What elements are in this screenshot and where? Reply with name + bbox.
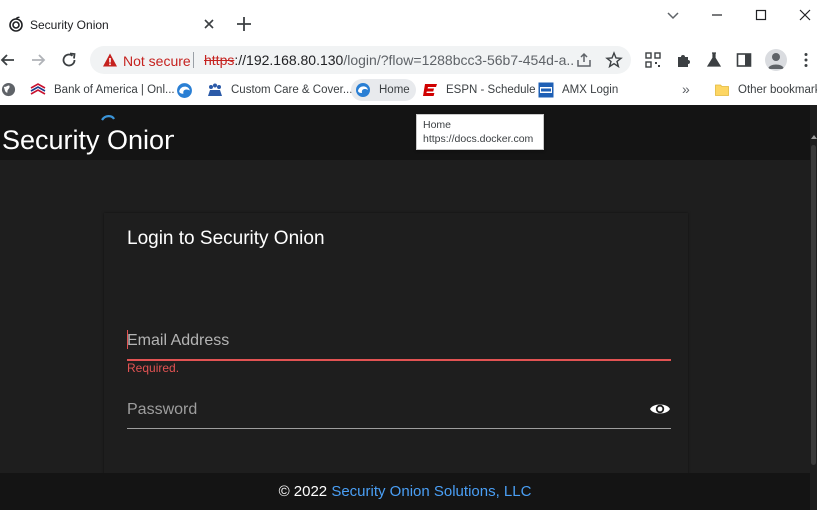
espn-icon bbox=[423, 84, 437, 96]
person-icon bbox=[768, 53, 784, 69]
forward-arrow-icon[interactable] bbox=[28, 50, 48, 70]
address-separator bbox=[193, 52, 194, 68]
bank-of-america-icon bbox=[30, 83, 46, 95]
extensions-puzzle-icon[interactable] bbox=[675, 51, 693, 69]
login-title: Login to Security Onion bbox=[127, 228, 325, 249]
footer-company-link[interactable]: Security Onion Solutions, LLC bbox=[331, 483, 531, 500]
bookmark-label: Home bbox=[379, 84, 410, 96]
bookmark-star-icon[interactable] bbox=[605, 51, 623, 69]
bookmarks-bar: Bank of America | Onl... Custom Care & C… bbox=[0, 75, 817, 105]
globe-icon[interactable] bbox=[1, 82, 16, 97]
bookmark-label: Custom Care & Cover... bbox=[231, 84, 353, 96]
password-input[interactable] bbox=[127, 391, 627, 428]
tab-title: Security Onion bbox=[30, 18, 109, 32]
labs-flask-icon[interactable] bbox=[705, 51, 723, 69]
bookmark-espn-schedule[interactable]: ESPN - Schedule bbox=[422, 79, 536, 101]
share-icon[interactable] bbox=[575, 51, 593, 69]
password-field[interactable] bbox=[127, 391, 671, 429]
login-card: Login to Security Onion Required. bbox=[104, 213, 688, 483]
close-tab-icon[interactable] bbox=[200, 15, 218, 33]
back-arrow-icon[interactable] bbox=[0, 50, 18, 70]
bookmark-tooltip: Home https://docs.docker.com bbox=[416, 114, 544, 150]
bookmark-other-bookmarks[interactable]: Other bookmarks bbox=[714, 79, 817, 101]
not-secure-label[interactable]: Not secure bbox=[123, 53, 191, 69]
footer-copyright: © 2022 bbox=[278, 483, 332, 500]
browser-tab-strip: Security Onion bbox=[0, 0, 817, 45]
url-path: /login/?flow=1288bcc3-56b7-454d-a... bbox=[343, 52, 574, 68]
bookmark-label: Bank of America | Onl... bbox=[54, 84, 175, 96]
minimize-window-icon[interactable] bbox=[708, 6, 726, 24]
bookmark-label: Other bookmarks bbox=[738, 84, 817, 96]
scroll-up-arrow-icon[interactable] bbox=[811, 135, 817, 139]
page-footer: © 2022 Security Onion Solutions, LLC bbox=[0, 473, 810, 510]
app-header: Security Onion bbox=[0, 105, 810, 160]
url-scheme: https bbox=[204, 52, 235, 68]
custom-care-icon bbox=[208, 83, 222, 96]
onion-sprout-icon bbox=[101, 115, 115, 121]
email-input[interactable] bbox=[127, 323, 627, 359]
tooltip-title: Home bbox=[423, 119, 452, 131]
warning-triangle-icon[interactable] bbox=[102, 52, 118, 68]
reload-icon[interactable] bbox=[59, 50, 79, 70]
email-error-message: Required. bbox=[127, 361, 180, 375]
tooltip-url: https://docs.docker.com bbox=[423, 133, 534, 145]
new-tab-icon[interactable] bbox=[235, 15, 253, 33]
more-bookmarks-chevron[interactable]: » bbox=[682, 81, 690, 97]
profile-avatar[interactable] bbox=[765, 49, 787, 71]
bookmark-label: ESPN - Schedule bbox=[446, 84, 536, 96]
security-onion-logo[interactable]: Security Onion bbox=[2, 112, 174, 156]
bookmark-bank-of-america[interactable]: Bank of America | Onl... bbox=[30, 79, 175, 101]
bookmark-label: AMX Login bbox=[562, 84, 619, 96]
url-text[interactable]: https://192.168.80.130/login/?flow=1288b… bbox=[204, 52, 574, 68]
url-host: ://192.168.80.130 bbox=[234, 52, 344, 68]
edge-browser-icon[interactable] bbox=[176, 82, 193, 99]
scrollbar-thumb[interactable] bbox=[811, 145, 816, 465]
bookmark-home[interactable]: Home bbox=[351, 79, 416, 101]
bookmark-amx-login[interactable]: AMX Login bbox=[538, 79, 618, 101]
security-onion-favicon-icon bbox=[9, 16, 23, 32]
maximize-window-icon[interactable] bbox=[752, 6, 770, 24]
logo-wordmark: Security Onion bbox=[2, 125, 174, 155]
browser-tab-security-onion[interactable]: Security Onion bbox=[0, 7, 226, 45]
bookmark-custom-care[interactable]: Custom Care & Cover... bbox=[207, 79, 352, 101]
browser-menu-icon[interactable] bbox=[797, 51, 815, 69]
email-field[interactable] bbox=[127, 323, 671, 361]
address-bar[interactable]: Not secure https://192.168.80.130/login/… bbox=[90, 46, 631, 74]
show-password-eye-icon[interactable] bbox=[649, 401, 671, 417]
tab-search-chevron-icon[interactable] bbox=[664, 6, 682, 24]
page-scrollbar[interactable] bbox=[810, 105, 817, 510]
docker-home-icon bbox=[356, 83, 370, 97]
qr-code-icon[interactable] bbox=[644, 51, 662, 69]
close-window-icon[interactable] bbox=[796, 6, 814, 24]
page-content: Security Onion Login to Security Onion R… bbox=[0, 105, 817, 510]
folder-icon bbox=[715, 84, 729, 96]
browser-toolbar: Not secure https://192.168.80.130/login/… bbox=[0, 45, 817, 75]
side-panel-icon[interactable] bbox=[735, 51, 753, 69]
amx-icon bbox=[538, 82, 554, 98]
